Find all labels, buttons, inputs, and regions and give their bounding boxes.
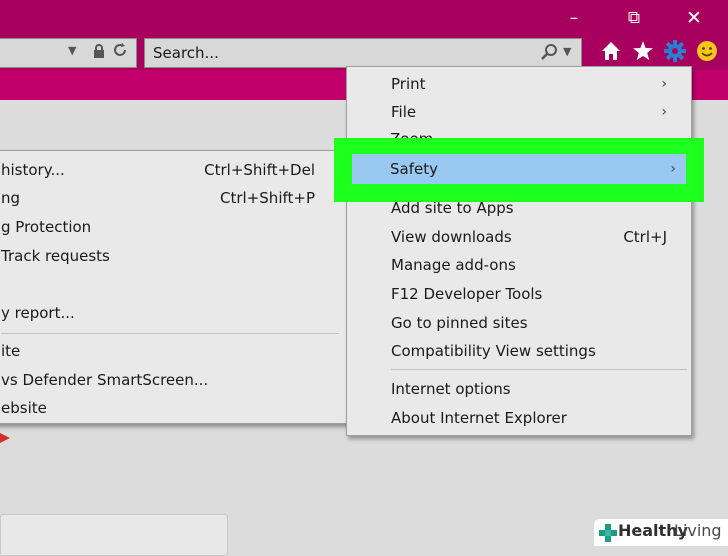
search-icon[interactable] bbox=[539, 41, 559, 63]
menu-separator bbox=[1, 333, 339, 334]
close-button[interactable]: ✕ bbox=[680, 6, 708, 30]
search-box[interactable]: ▼ bbox=[144, 38, 582, 68]
submenu-item[interactable]: ite bbox=[0, 338, 339, 364]
watermark: Healthy Living bbox=[594, 519, 728, 546]
healthy-living-logo-icon bbox=[599, 524, 617, 542]
menu-item-view-downloads[interactable]: View downloads Ctrl+J bbox=[391, 224, 667, 250]
safety-submenu: history... Ctrl+Shift+Del ng Ctrl+Shift+… bbox=[0, 150, 350, 424]
lock-icon[interactable] bbox=[92, 43, 106, 63]
search-dropdown-icon[interactable]: ▼ bbox=[563, 45, 571, 58]
favorites-star-icon[interactable] bbox=[630, 38, 656, 64]
menu-separator bbox=[391, 369, 687, 370]
red-arrow-icon bbox=[0, 430, 14, 444]
submenu-item[interactable]: g Protection bbox=[0, 214, 339, 240]
menu-item-internet-options[interactable]: Internet options bbox=[391, 376, 667, 402]
address-bar[interactable]: ▼ bbox=[0, 38, 137, 68]
restore-button[interactable]: ⧉ bbox=[620, 6, 648, 30]
submenu-item[interactable]: y report... bbox=[0, 300, 339, 326]
minimize-button[interactable]: – bbox=[560, 6, 588, 30]
watermark-brand-light: Living bbox=[674, 521, 722, 540]
chevron-right-icon: › bbox=[661, 104, 667, 120]
menu-item-compatibility-view[interactable]: Compatibility View settings bbox=[391, 338, 667, 364]
menu-item-about-ie[interactable]: About Internet Explorer bbox=[391, 405, 667, 431]
title-bar: – ⧉ ✕ bbox=[0, 0, 728, 34]
menu-item-print[interactable]: Print › bbox=[391, 71, 667, 97]
submenu-item[interactable]: ng Ctrl+Shift+P bbox=[0, 185, 339, 211]
menu-item-pinned-sites[interactable]: Go to pinned sites bbox=[391, 310, 667, 336]
tools-menu: Print › File › Add site to Apps View dow… bbox=[346, 66, 692, 436]
menu-item-safety[interactable]: Safety › bbox=[352, 154, 686, 184]
content-card bbox=[0, 514, 228, 556]
menu-item-manage-add-ons[interactable]: Manage add-ons bbox=[391, 252, 667, 278]
chevron-right-icon: › bbox=[670, 161, 676, 177]
submenu-item[interactable]: ebsite bbox=[0, 395, 339, 421]
chevron-right-icon: › bbox=[661, 76, 667, 92]
address-dropdown-icon[interactable]: ▼ bbox=[68, 44, 76, 57]
tools-gear-icon[interactable] bbox=[662, 38, 688, 64]
feedback-smiley-icon[interactable] bbox=[694, 38, 720, 64]
search-input[interactable] bbox=[151, 42, 515, 64]
menu-item-f12-developer-tools[interactable]: F12 Developer Tools bbox=[391, 281, 667, 307]
menu-item-zoom[interactable]: Zoom (100%) bbox=[390, 126, 490, 138]
refresh-icon[interactable] bbox=[112, 41, 128, 63]
submenu-item[interactable]: history... Ctrl+Shift+Del bbox=[0, 157, 339, 183]
home-icon[interactable] bbox=[598, 38, 624, 64]
menu-item-file[interactable]: File › bbox=[391, 99, 667, 125]
submenu-item[interactable]: vs Defender SmartScreen... bbox=[0, 367, 339, 393]
submenu-item[interactable]: Track requests bbox=[0, 243, 339, 269]
